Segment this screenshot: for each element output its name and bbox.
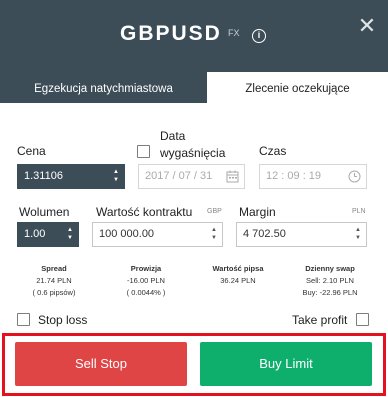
order-type-tabs: Egzekucja natychmiastowa Zlecenie oczeku… <box>0 72 388 103</box>
take-profit-checkbox[interactable] <box>356 313 369 326</box>
margin-field[interactable]: 4 702.50 ▲ ▼ <box>236 222 367 247</box>
volume-label: Wolumen <box>19 205 70 219</box>
swap-buy: Buy: -22.96 PLN <box>302 288 358 297</box>
commission-value: -16.00 PLN <box>127 276 165 285</box>
tab-instant-execution[interactable]: Egzekucja natychmiastowa <box>0 72 207 103</box>
stop-loss-checkbox[interactable] <box>17 313 30 326</box>
margin-stepper[interactable]: ▲ ▼ <box>354 226 362 242</box>
margin-currency: PLN <box>352 208 366 215</box>
take-profit-label: Take profit <box>292 313 348 327</box>
commission-title: Prowizja <box>130 264 162 273</box>
swap-title: Dzienny swap <box>305 264 355 273</box>
instrument-type-badge: FX <box>228 28 240 38</box>
expiry-checkbox[interactable] <box>137 145 150 158</box>
volume-stepper[interactable]: ▲ ▼ <box>66 226 74 242</box>
commission-percent: ( 0.0044% ) <box>126 288 166 297</box>
time-field[interactable]: 12 : 09 : 19 <box>259 164 367 189</box>
volume-field[interactable]: 1.00 ▲ ▼ <box>17 222 79 247</box>
buy-limit-button[interactable]: Buy Limit <box>200 342 372 386</box>
swap-sell: Sell: 2.10 PLN <box>306 276 354 285</box>
margin-label: Margin <box>239 205 276 219</box>
spread-title: Spread <box>41 264 67 273</box>
contract-currency: GBP <box>207 208 222 215</box>
contract-value-label: Wartość kontraktu <box>96 205 193 219</box>
expiry-date-field[interactable]: 2017 / 07 / 31 <box>138 164 245 189</box>
price-field[interactable]: 1.31106 ▲ ▼ <box>17 164 125 189</box>
margin-value: 4 702.50 <box>243 228 286 240</box>
expiry-date-value: 2017 / 07 / 31 <box>145 170 213 182</box>
expiry-label-line1: Data <box>160 129 186 143</box>
volume-value: 1.00 <box>24 228 46 240</box>
dialog-header: GBPUSD FX i ✕ <box>0 0 388 72</box>
stop-loss-label: Stop loss <box>38 313 88 327</box>
pip-value: 36.24 PLN <box>220 276 256 285</box>
contract-value-field[interactable]: 100 000.00 ▲ ▼ <box>92 222 223 247</box>
contract-value: 100 000.00 <box>99 228 155 240</box>
calendar-icon[interactable] <box>226 170 239 183</box>
time-value: 12 : 09 : 19 <box>266 170 322 182</box>
spread-pips: ( 0.6 pipsów) <box>32 288 76 297</box>
expiry-label-line2: wygaśnięcia <box>160 146 226 160</box>
contract-stepper[interactable]: ▲ ▼ <box>210 226 218 242</box>
tab-pending-order[interactable]: Zlecenie oczekujące <box>207 72 388 103</box>
price-label: Cena <box>17 144 46 158</box>
sell-stop-button[interactable]: Sell Stop <box>15 342 187 386</box>
time-label: Czas <box>259 144 287 158</box>
price-value: 1.31106 <box>24 170 63 182</box>
instrument-title: GBPUSD <box>120 22 222 45</box>
info-icon[interactable]: i <box>252 29 266 43</box>
price-stepper[interactable]: ▲ ▼ <box>112 168 120 184</box>
clock-icon[interactable] <box>348 170 361 183</box>
close-icon[interactable]: ✕ <box>357 15 377 37</box>
spread-value: 21.74 PLN <box>36 276 72 285</box>
pip-value-title: Wartość pipsa <box>212 264 264 273</box>
